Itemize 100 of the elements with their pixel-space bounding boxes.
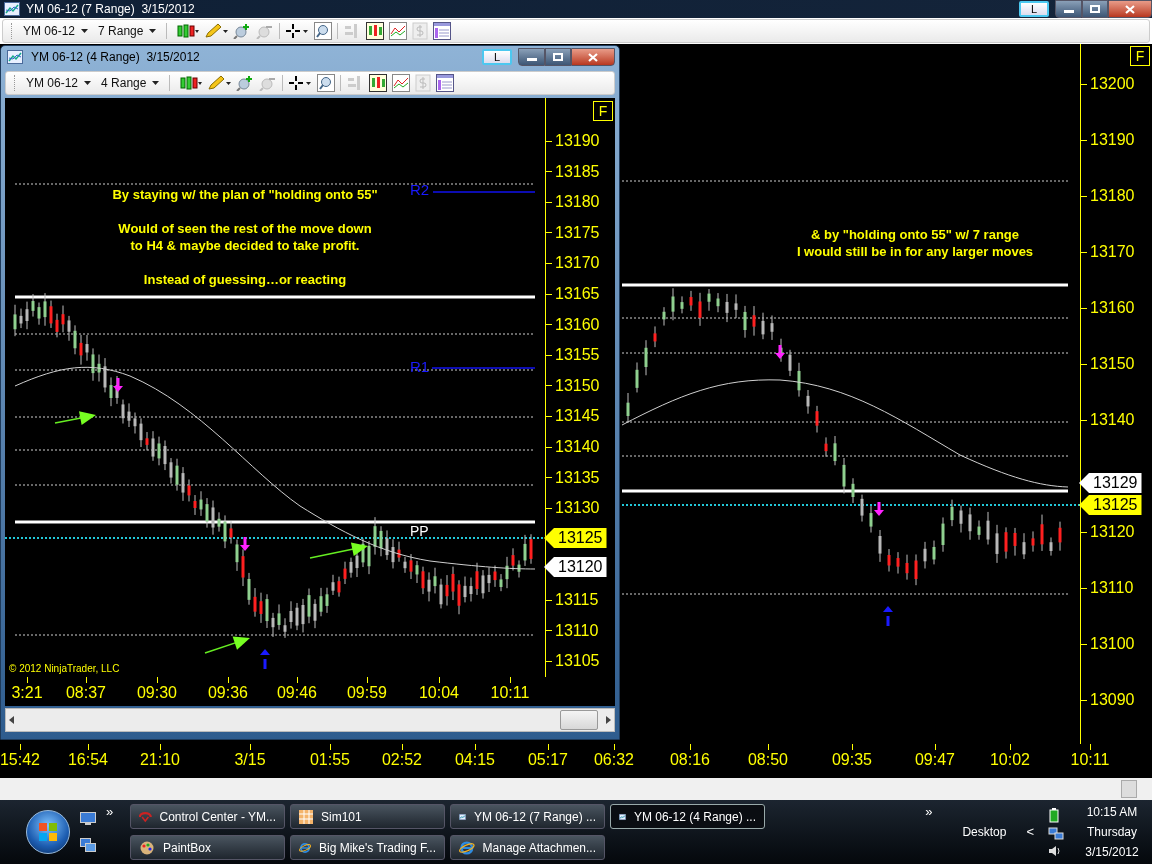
- candle: [653, 325, 657, 348]
- candle: [815, 405, 819, 434]
- time-label: 10:02: [989, 750, 1030, 770]
- price-label: 13100: [1090, 634, 1135, 654]
- instrument-dropdown[interactable]: YM 06-12: [26, 74, 92, 92]
- pivot-label: R2: [410, 182, 430, 198]
- price-label: 13175: [555, 222, 600, 243]
- scrollbar[interactable]: [0, 778, 1152, 800]
- candle: [923, 541, 927, 569]
- down-arrow-icon: [775, 345, 785, 359]
- scrollbar-thumb[interactable]: [1121, 780, 1137, 798]
- desktop-button[interactable]: Desktop: [962, 823, 1007, 841]
- browser-icon: [459, 839, 475, 856]
- candle-chart-icon[interactable]: [366, 22, 385, 40]
- time-label: 10:04: [418, 683, 459, 703]
- start-button[interactable]: [26, 810, 70, 854]
- l-button[interactable]: L: [1019, 1, 1049, 17]
- pivot-label: PP: [410, 523, 429, 539]
- zoom-in-icon[interactable]: [233, 23, 252, 39]
- taskbar-button[interactable]: PaintBox: [130, 835, 285, 860]
- grid-icon: [299, 809, 313, 824]
- candle: [734, 293, 738, 319]
- scroll-right-icon[interactable]: [606, 716, 611, 724]
- taskbar-button[interactable]: Control Center - YM...: [130, 804, 285, 829]
- price-label: 13185: [555, 161, 600, 182]
- price-label: 13140: [1090, 410, 1135, 430]
- instrument-dropdown[interactable]: YM 06-12: [23, 22, 89, 40]
- candle: [725, 293, 729, 323]
- maximize-button[interactable]: [1082, 0, 1108, 18]
- overflow-chevron[interactable]: »: [925, 802, 933, 822]
- minimize-button[interactable]: [1055, 0, 1082, 18]
- annotation-text: Would of seen the rest of the move down: [118, 220, 372, 237]
- network-icon[interactable]: [1048, 827, 1064, 841]
- battery-icon[interactable]: [1048, 807, 1060, 823]
- price-label: 13150: [555, 375, 600, 396]
- arrow-drawing: [309, 542, 368, 559]
- price-label: 13170: [555, 253, 600, 274]
- down-arrow-icon: [240, 537, 250, 551]
- windows-switch-icon[interactable]: [80, 838, 96, 852]
- period-dropdown[interactable]: 4 Range: [101, 74, 160, 92]
- clock[interactable]: 10:15 AM Thursday 3/15/2012: [1072, 802, 1152, 862]
- time-label: 05:17: [527, 750, 568, 770]
- tray-arrow[interactable]: <: [1026, 822, 1034, 842]
- crosshair-icon[interactable]: [288, 75, 313, 91]
- candle-chart-icon[interactable]: [369, 74, 388, 92]
- pencil-icon[interactable]: [207, 75, 232, 91]
- line-chart-icon[interactable]: [389, 22, 408, 40]
- caret-icon: [84, 81, 92, 85]
- minimize-button[interactable]: [518, 48, 545, 66]
- scroll-left-icon[interactable]: [9, 716, 14, 724]
- candle: [968, 507, 972, 541]
- crosshair-icon[interactable]: [285, 23, 310, 39]
- close-icon: [1125, 4, 1135, 14]
- time-label: 09:30: [136, 683, 177, 703]
- zoom-in-icon[interactable]: [236, 75, 255, 91]
- candle: [761, 312, 765, 340]
- price-label: 13180: [1090, 186, 1135, 206]
- close-button[interactable]: [571, 48, 615, 66]
- scrollbar[interactable]: [5, 708, 615, 732]
- down-arrow-icon: [874, 502, 884, 516]
- candle: [950, 499, 954, 527]
- table-icon[interactable]: [433, 22, 452, 40]
- pencil-icon[interactable]: [204, 23, 229, 39]
- scrollbar-thumb[interactable]: [560, 710, 598, 730]
- up-arrow-icon: [883, 606, 893, 626]
- search-icon[interactable]: [314, 22, 333, 40]
- candle: [707, 288, 711, 312]
- table-icon[interactable]: [436, 74, 455, 92]
- taskbar-button[interactable]: Manage Attachmen...: [450, 835, 605, 860]
- pivot-label: R1: [410, 359, 430, 375]
- windows-logo-icon: [38, 822, 58, 842]
- app-icon: [139, 809, 152, 824]
- period-dropdown[interactable]: 7 Range: [98, 22, 157, 40]
- taskbar-button[interactable]: Sim101: [290, 804, 445, 829]
- annotation-text: & by "holding onto 55" w/ 7 range: [810, 226, 1020, 243]
- overflow-chevron[interactable]: »: [106, 802, 128, 822]
- candle: [770, 315, 774, 341]
- search-icon[interactable]: [317, 74, 336, 92]
- price-label: 13140: [555, 437, 600, 457]
- line-chart-icon[interactable]: [392, 74, 411, 92]
- candle: [788, 349, 792, 377]
- taskbar-button[interactable]: YM 06-12 (4 Range) ...: [610, 804, 765, 829]
- candle: [743, 305, 747, 339]
- candlestick-icon[interactable]: [180, 75, 203, 91]
- f-button[interactable]: F: [593, 101, 613, 121]
- price-label: 13105: [555, 651, 600, 672]
- f-button[interactable]: F: [1130, 46, 1150, 66]
- taskbar-button[interactable]: Big Mike's Trading F...: [290, 835, 445, 860]
- l-button[interactable]: L: [482, 49, 512, 65]
- candlestick-icon[interactable]: [177, 23, 200, 39]
- candle: [941, 516, 945, 553]
- candle: [1013, 527, 1017, 557]
- time-label: 09:46: [276, 683, 317, 703]
- monitor-icon[interactable]: [80, 812, 96, 826]
- candle: [914, 553, 918, 586]
- speaker-icon[interactable]: [1048, 845, 1062, 857]
- close-button[interactable]: [1108, 0, 1152, 18]
- window-title: YM 06-12 (7 Range) 3/15/2012: [26, 1, 195, 18]
- taskbar-button[interactable]: YM 06-12 (7 Range) ...: [450, 804, 605, 829]
- maximize-button[interactable]: [545, 48, 571, 66]
